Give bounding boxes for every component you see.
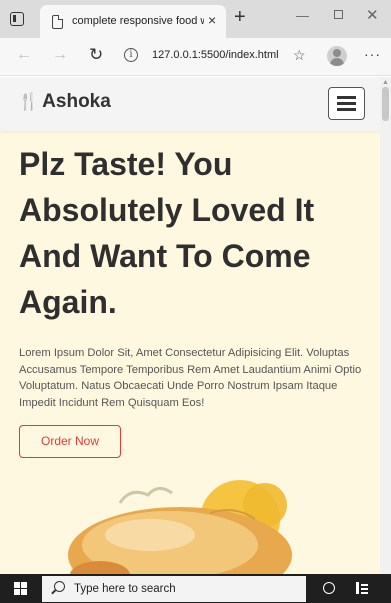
address-bar: ← → ↻ i 127.0.0.1:5500/index.html ☆ ··· — [0, 38, 391, 76]
windows-start-icon[interactable] — [14, 582, 28, 596]
browser-tab[interactable]: complete responsive food websi × — [40, 5, 226, 38]
close-window-button[interactable]: ✕ — [366, 6, 379, 24]
url-field[interactable]: i 127.0.0.1:5500/index.html — [118, 44, 314, 68]
scroll-thumb[interactable] — [382, 87, 389, 121]
windows-taskbar: Type here to search — [0, 574, 391, 603]
url-text[interactable]: 127.0.0.1:5500/index.html — [152, 49, 279, 61]
page-viewport: 🍴 Ashoka Plz Taste! You Absolutely Loved … — [0, 77, 380, 574]
hamburger-icon — [337, 96, 356, 99]
site-logo[interactable]: 🍴 Ashoka — [18, 91, 111, 113]
new-tab-button[interactable]: + — [234, 6, 246, 29]
tab-title: complete responsive food websi — [72, 15, 204, 27]
reload-button[interactable]: ↻ — [89, 45, 103, 65]
info-icon[interactable]: i — [124, 48, 138, 62]
tab-close-button[interactable]: × — [208, 12, 216, 28]
back-button[interactable]: ← — [16, 46, 32, 64]
order-now-button[interactable]: Order Now — [19, 425, 121, 458]
search-placeholder[interactable]: Type here to search — [74, 583, 176, 595]
page-scrollbar[interactable]: ▲ — [380, 77, 391, 574]
maximize-button[interactable] — [334, 7, 343, 22]
cortana-icon[interactable] — [323, 582, 335, 594]
maximize-icon — [334, 10, 343, 19]
more-icon[interactable]: ··· — [364, 46, 381, 62]
minimize-button[interactable]: — — [296, 8, 309, 23]
tab-bar: complete responsive food websi × + — ✕ — [0, 0, 391, 38]
profile-avatar[interactable] — [327, 46, 347, 66]
scroll-up-icon[interactable]: ▲ — [382, 79, 389, 86]
tab-actions-icon[interactable] — [10, 12, 24, 26]
hamburger-menu-button[interactable] — [328, 87, 365, 120]
favorite-icon[interactable]: ☆ — [293, 47, 306, 64]
hero-title: Plz Taste! You Absolutely Loved It And W… — [19, 146, 315, 320]
hero-description: Lorem Ipsum Dolor Sit, Amet Consectetur … — [19, 347, 362, 409]
food-image — [68, 480, 292, 574]
browser-window: complete responsive food websi × + — ✕ ←… — [0, 0, 391, 603]
taskbar-search-field[interactable]: Type here to search — [42, 576, 306, 602]
search-icon — [54, 581, 65, 592]
task-view-icon[interactable] — [356, 582, 368, 594]
logo-text: Ashoka — [42, 91, 111, 112]
utensils-icon: 🍴 — [18, 92, 40, 111]
site-header: 🍴 Ashoka — [0, 77, 380, 131]
forward-button[interactable]: → — [52, 46, 68, 64]
page-icon — [52, 15, 63, 29]
